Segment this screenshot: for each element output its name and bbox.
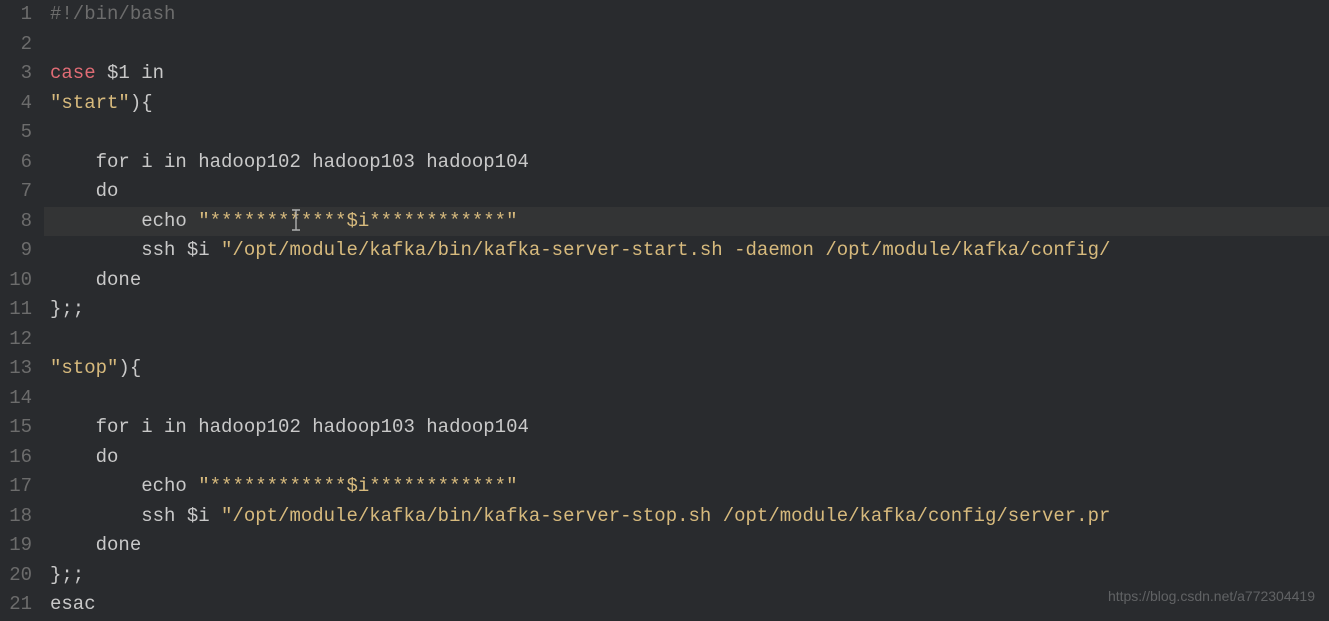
line-number: 6 [4, 148, 32, 178]
code-line[interactable]: echo "************$i************" [50, 472, 1329, 502]
code-content[interactable]: #!/bin/bashcase $1 in"start"){ for i in … [44, 0, 1329, 621]
code-token: do [50, 446, 118, 468]
line-number: 9 [4, 236, 32, 266]
code-token: };; [50, 298, 84, 320]
code-token: esac [50, 593, 96, 615]
code-token: "************$i************" [198, 475, 517, 497]
line-number: 17 [4, 472, 32, 502]
line-number: 21 [4, 590, 32, 620]
code-token: "/opt/module/kafka/bin/kafka-server-stop… [221, 505, 1110, 527]
code-line[interactable]: ssh $i "/opt/module/kafka/bin/kafka-serv… [50, 236, 1329, 266]
line-number: 12 [4, 325, 32, 355]
code-line[interactable]: echo "************$i************" [50, 207, 1329, 237]
code-token: "************$i************" [198, 210, 517, 232]
code-line[interactable]: done [50, 531, 1329, 561]
line-number: 4 [4, 89, 32, 119]
code-token: done [50, 269, 141, 291]
code-token: case [50, 62, 96, 84]
code-token: $1 in [96, 62, 164, 84]
code-line[interactable]: for i in hadoop102 hadoop103 hadoop104 [50, 148, 1329, 178]
line-number: 16 [4, 443, 32, 473]
code-token: done [50, 534, 141, 556]
code-line[interactable]: "start"){ [50, 89, 1329, 119]
line-number: 7 [4, 177, 32, 207]
code-token: };; [50, 564, 84, 586]
line-number: 20 [4, 561, 32, 591]
code-line[interactable]: };; [50, 295, 1329, 325]
line-number: 3 [4, 59, 32, 89]
line-number: 15 [4, 413, 32, 443]
code-line[interactable]: done [50, 266, 1329, 296]
line-number: 2 [4, 30, 32, 60]
code-line[interactable] [50, 118, 1329, 148]
code-token: for i in hadoop102 hadoop103 hadoop104 [50, 151, 529, 173]
code-token: "start" [50, 92, 130, 114]
code-line[interactable] [50, 325, 1329, 355]
line-number: 11 [4, 295, 32, 325]
code-editor[interactable]: 123456789101112131415161718192021 #!/bin… [0, 0, 1329, 621]
code-line[interactable]: ssh $i "/opt/module/kafka/bin/kafka-serv… [50, 502, 1329, 532]
line-number: 18 [4, 502, 32, 532]
watermark-text: https://blog.csdn.net/a772304419 [1108, 582, 1315, 612]
code-line[interactable]: for i in hadoop102 hadoop103 hadoop104 [50, 413, 1329, 443]
code-line[interactable]: do [50, 443, 1329, 473]
code-line[interactable]: "stop"){ [50, 354, 1329, 384]
line-number: 13 [4, 354, 32, 384]
line-number: 10 [4, 266, 32, 296]
code-token: echo [50, 210, 198, 232]
line-number: 1 [4, 0, 32, 30]
code-token: ssh $i [50, 239, 221, 261]
code-token: #!/bin/bash [50, 3, 175, 25]
code-line[interactable]: do [50, 177, 1329, 207]
line-number: 5 [4, 118, 32, 148]
code-token: echo [50, 475, 198, 497]
code-token: ){ [130, 92, 153, 114]
code-line[interactable]: case $1 in [50, 59, 1329, 89]
code-token: "stop" [50, 357, 118, 379]
code-token: ssh $i [50, 505, 221, 527]
code-line[interactable] [50, 384, 1329, 414]
code-token: for i in hadoop102 hadoop103 hadoop104 [50, 416, 529, 438]
code-token: do [50, 180, 118, 202]
line-number: 14 [4, 384, 32, 414]
line-number-gutter: 123456789101112131415161718192021 [0, 0, 44, 621]
code-token: "/opt/module/kafka/bin/kafka-server-star… [221, 239, 1110, 261]
line-number: 8 [4, 207, 32, 237]
code-line[interactable]: #!/bin/bash [50, 0, 1329, 30]
line-number: 19 [4, 531, 32, 561]
code-token: ){ [118, 357, 141, 379]
code-line[interactable] [50, 30, 1329, 60]
